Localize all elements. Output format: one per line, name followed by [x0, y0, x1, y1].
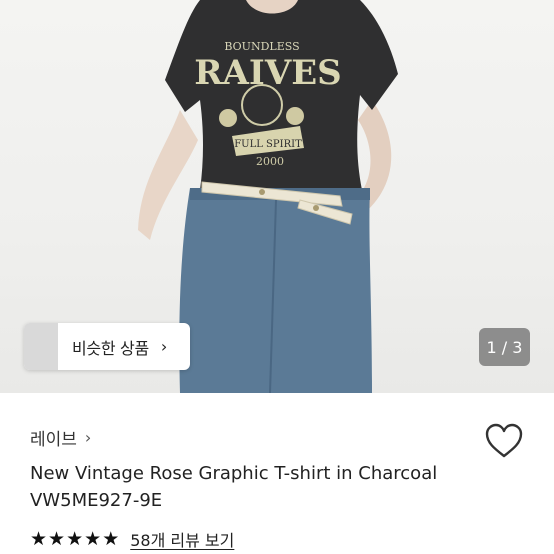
- product-title-line-1: New Vintage Rose Graphic T-shirt in Char…: [30, 463, 438, 484]
- similar-products-thumbnail: [24, 323, 58, 370]
- similar-products-button[interactable]: 비슷한 상품 ›: [24, 323, 190, 370]
- product-title-line-2: VW5ME927-9E: [30, 490, 163, 511]
- similar-products-label: 비슷한 상품: [72, 338, 149, 358]
- brand-link[interactable]: 레이브 ›: [30, 424, 91, 450]
- graphic-text-year: 2000: [256, 155, 284, 168]
- star-rating: ★ ★ ★ ★ ★: [30, 527, 120, 550]
- belt-stud: [259, 189, 265, 195]
- belt-stud: [313, 205, 319, 211]
- chevron-right-icon: ›: [160, 337, 168, 356]
- star-icon: ★: [66, 527, 84, 550]
- reviews-link[interactable]: 58개 리뷰 보기: [130, 527, 234, 551]
- graphic-rose-left: [219, 109, 237, 127]
- brand-name: 레이브: [30, 429, 77, 450]
- graphic-text-main: RAIVES: [194, 53, 341, 93]
- image-counter: 1 / 3: [479, 328, 530, 366]
- star-icon: ★: [48, 527, 66, 550]
- graphic-text-banner: FULL SPIRIT: [234, 139, 302, 150]
- product-title: New Vintage Rose Graphic T-shirt in Char…: [30, 460, 530, 514]
- product-image[interactable]: BOUNDLESS RAIVES FULL SPIRIT 2000 비슷한 상품…: [0, 0, 554, 393]
- chevron-right-icon: ›: [84, 427, 92, 447]
- wishlist-button[interactable]: [485, 423, 523, 459]
- star-icon: ★: [84, 527, 102, 550]
- star-icon: ★: [102, 527, 120, 550]
- graphic-text-top: BOUNDLESS: [224, 40, 299, 53]
- graphic-rose-right: [286, 107, 304, 125]
- heart-outline-icon: [485, 423, 523, 458]
- rating-row: ★ ★ ★ ★ ★ 58개 리뷰 보기: [30, 526, 234, 552]
- star-icon: ★: [30, 527, 48, 550]
